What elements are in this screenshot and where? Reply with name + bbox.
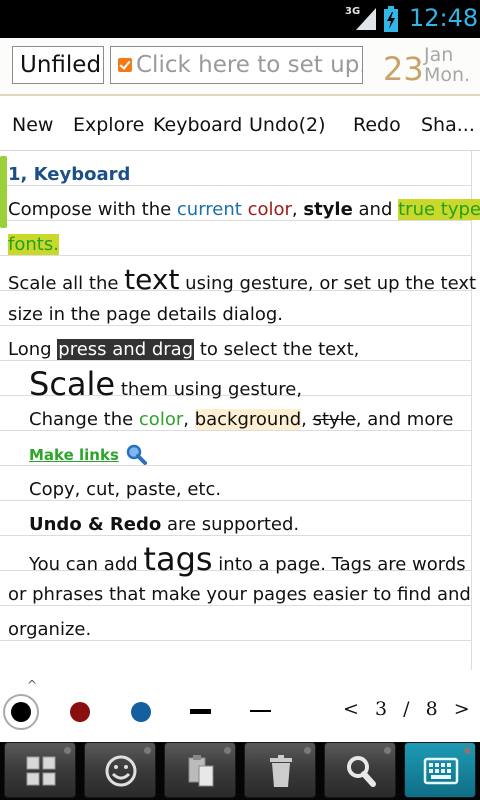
checkbox-icon: [118, 58, 132, 72]
search-button[interactable]: [324, 742, 396, 798]
text-run: using gesture, or set up the text: [179, 273, 477, 294]
note-line: Undo & Redo are supported.: [29, 507, 299, 542]
note-line: Make links: [29, 437, 147, 472]
page-edge: [471, 151, 472, 670]
tags-placeholder: Click here to set up...: [136, 52, 363, 78]
note-line: Change the color, background, style, and…: [29, 402, 453, 437]
corner-indicator: [304, 747, 311, 754]
note-line: fonts.: [8, 227, 59, 262]
thin-stroke-option[interactable]: [250, 710, 271, 712]
text-run: Change the: [29, 409, 139, 430]
pen-palette: ^ < 3 / 8 >: [0, 678, 480, 742]
text-run: ,: [291, 199, 304, 220]
battery-icon: [384, 6, 398, 32]
text-run: You can add: [29, 554, 144, 575]
total-pages: 8: [425, 698, 439, 720]
text-run: into a page. Tags are words: [212, 554, 466, 575]
emoji-button[interactable]: [84, 742, 156, 798]
text-run: fonts.: [8, 234, 59, 255]
corner-indicator: [384, 747, 391, 754]
note-line: Long press and drag to select the text,: [8, 332, 359, 367]
page-pager: < 3 / 8 >: [343, 698, 471, 720]
action-toolbar: New Explore Keyboard Undo(2) Redo Sha...: [0, 108, 480, 148]
note-line: size in the page details dialog.: [8, 304, 284, 325]
signal-icon: [356, 8, 376, 30]
explore-button[interactable]: Explore: [73, 114, 144, 136]
keyboard-button[interactable]: Keyboard: [153, 114, 242, 136]
keyboard-mode-button[interactable]: [404, 742, 476, 798]
text-run: to select the text,: [194, 339, 360, 360]
color-black-dot: [11, 702, 31, 722]
undo-button[interactable]: Undo(2): [249, 114, 326, 136]
text-run: and: [352, 199, 399, 220]
date-weekday[interactable]: Mon.: [424, 65, 470, 85]
text-run: Compose with the: [8, 199, 177, 220]
folder-selector[interactable]: Unfiled: [12, 46, 104, 84]
note-line: organize.: [8, 619, 92, 640]
text-run: style: [303, 199, 353, 220]
text-run: true type: [398, 199, 480, 220]
grid-button[interactable]: [4, 742, 76, 798]
text-run: ,: [183, 409, 195, 430]
note-line: Scale all the text using gesture, or set…: [8, 262, 476, 297]
new-button[interactable]: New: [12, 114, 53, 136]
corner-indicator: [224, 747, 231, 754]
pager-separator: /: [403, 698, 411, 720]
trash-icon: [270, 755, 292, 787]
note-page[interactable]: 1, Keyboard Compose with the current col…: [0, 150, 480, 670]
current-page: 3: [374, 698, 389, 720]
text-run: color: [247, 199, 292, 220]
date-month[interactable]: Jan: [424, 45, 453, 65]
next-page-button[interactable]: >: [454, 698, 471, 720]
text-run: them using gesture,: [115, 379, 303, 400]
text-run: , and more: [355, 409, 454, 430]
prev-page-button[interactable]: <: [343, 698, 360, 720]
page-header: Unfiled Click here to set up... 23 Jan M…: [0, 38, 480, 96]
paste-button[interactable]: [164, 742, 236, 798]
note-line: or phrases that make your pages easier t…: [8, 584, 471, 605]
text-run: tags: [143, 540, 213, 578]
margin-marker: [0, 156, 7, 228]
selected-text: press and drag: [57, 339, 195, 360]
thick-stroke-option[interactable]: [190, 709, 211, 714]
text-run: Undo & Redo: [29, 514, 162, 535]
grid-icon: [26, 756, 56, 786]
note-heading: 1, Keyboard: [8, 164, 131, 185]
tags-field[interactable]: Click here to set up...: [110, 46, 363, 84]
paste-icon: [188, 755, 214, 787]
note-line: Scale them using gesture,: [29, 367, 302, 402]
text-run: Long: [8, 339, 58, 360]
corner-indicator: [144, 747, 151, 754]
make-links-link[interactable]: Make links: [29, 446, 119, 464]
keyboard-icon: [423, 757, 459, 785]
text-run: color: [138, 409, 184, 430]
text-run: text: [124, 263, 180, 296]
text-run: current: [176, 199, 242, 220]
note-line: You can add tags into a page. Tags are w…: [29, 542, 466, 577]
redo-button[interactable]: Redo: [353, 114, 401, 136]
magnifier-icon[interactable]: [125, 443, 147, 465]
date-day[interactable]: 23: [383, 50, 424, 88]
bottom-bar: [0, 742, 480, 800]
corner-indicator: [464, 747, 471, 754]
smiley-icon: [105, 755, 137, 787]
text-run: Scale all the: [8, 273, 125, 294]
share-button[interactable]: Sha...: [421, 114, 475, 136]
color-red-dot[interactable]: [70, 702, 90, 722]
text-run: Scale: [29, 365, 116, 403]
expand-caret[interactable]: ^: [27, 678, 37, 692]
text-run: background: [194, 409, 302, 430]
corner-indicator: [64, 747, 71, 754]
search-icon: [347, 756, 376, 787]
color-blue-dot[interactable]: [131, 702, 151, 722]
text-run: are supported.: [161, 514, 300, 535]
text-run: style: [312, 409, 356, 430]
text-run: ,: [301, 409, 313, 430]
clock: 12:48: [409, 4, 479, 32]
note-line: Copy, cut, paste, etc.: [29, 479, 222, 500]
status-bar: 3G 12:48: [0, 0, 480, 38]
note-line: Compose with the current color, style an…: [8, 192, 480, 227]
delete-button[interactable]: [244, 742, 316, 798]
